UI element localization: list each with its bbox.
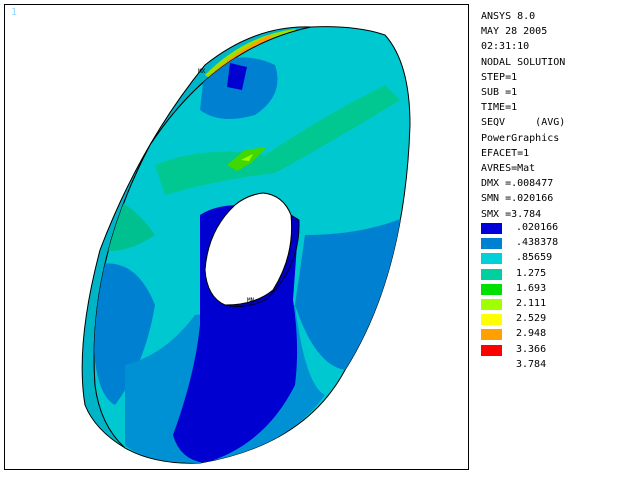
info-line: TIME=1	[481, 102, 518, 114]
legend-label: .438378	[516, 237, 559, 249]
info-line: ANSYS 8.0	[481, 11, 536, 22]
min-marker: MN	[247, 297, 255, 304]
max-marker: MX	[198, 68, 206, 75]
legend-swatch	[481, 223, 502, 234]
info-line: STEP=1	[481, 71, 518, 83]
legend-swatch	[481, 283, 502, 295]
graphics-viewport[interactable]: 1 MX MN	[4, 4, 469, 470]
info-line: AVRES=Mat	[481, 163, 536, 175]
legend-max-label: 3.784	[516, 358, 547, 370]
legend-swatch	[481, 298, 502, 310]
legend-swatch	[481, 329, 502, 341]
info-line: NODAL SOLUTION	[481, 56, 566, 68]
legend-swatch	[481, 314, 502, 326]
info-line: EFACET=1	[481, 147, 530, 159]
legend-label: 1.275	[516, 267, 547, 279]
legend-label: 2.948	[516, 328, 547, 340]
legend-swatch	[481, 344, 502, 356]
legend-swatch	[481, 253, 502, 265]
legend-swatch	[481, 238, 502, 250]
info-line: MAY 28 2005	[481, 26, 548, 38]
legend-label: 1.693	[516, 282, 547, 294]
info-line: SMX =3.784	[481, 208, 542, 220]
legend-label: 2.529	[516, 313, 547, 325]
info-line: SMN =.020166	[481, 193, 554, 205]
info-line: PowerGraphics	[481, 132, 560, 144]
info-line: SUB =1	[481, 87, 518, 99]
legend-label: .85659	[516, 252, 553, 264]
legend-label: 2.111	[516, 297, 547, 309]
info-line: DMX =.008477	[481, 178, 554, 190]
info-line: SEQV (AVG)	[481, 117, 566, 129]
result-info-panel: ANSYS 8.0 MAY 28 2005 02:31:10 NODAL SOLUTI…	[481, 9, 565, 222]
contour-plot: MX MN	[81, 26, 411, 464]
info-line: 02:31:10	[481, 41, 530, 53]
legend-label: 3.366	[516, 343, 547, 355]
legend-label: .020166	[516, 222, 559, 233]
legend-swatch	[481, 268, 502, 280]
